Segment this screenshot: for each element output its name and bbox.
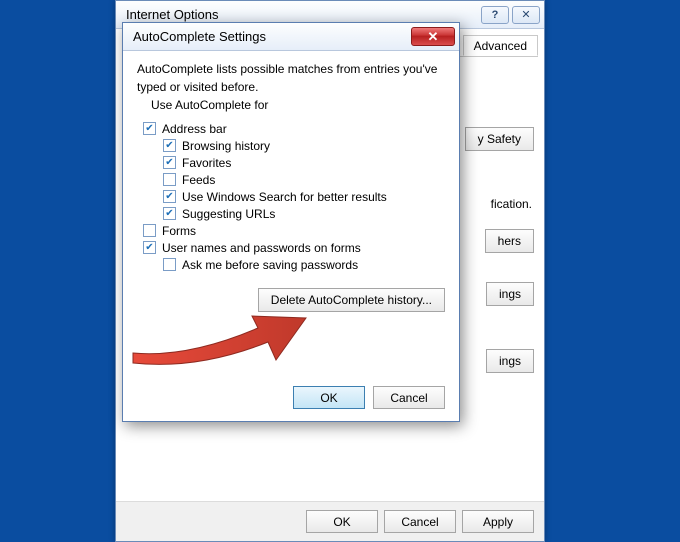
child-titlebar: AutoComplete Settings ✕ bbox=[123, 23, 459, 51]
publishers-button-partial[interactable]: hers bbox=[485, 229, 534, 253]
checkbox-label: Forms bbox=[162, 224, 196, 238]
settings-button-partial-2[interactable]: ings bbox=[486, 349, 534, 373]
checkbox-label: User names and passwords on forms bbox=[162, 241, 361, 255]
checkbox-icon bbox=[163, 190, 176, 203]
parent-cancel-button[interactable]: Cancel bbox=[384, 510, 456, 533]
parent-title: Internet Options bbox=[126, 7, 478, 22]
checkbox-label: Use Windows Search for better results bbox=[182, 190, 387, 204]
child-ok-button[interactable]: OK bbox=[293, 386, 365, 409]
checkbox-icon bbox=[163, 173, 176, 186]
tab-advanced[interactable]: Advanced bbox=[463, 35, 538, 56]
checkbox-icon bbox=[143, 122, 156, 135]
checkbox-icon bbox=[143, 224, 156, 237]
checkbox-forms[interactable]: Forms bbox=[143, 224, 445, 238]
checkbox-icon bbox=[163, 139, 176, 152]
checkbox-icon bbox=[163, 156, 176, 169]
checkbox-ask-before-saving[interactable]: Ask me before saving passwords bbox=[163, 258, 445, 272]
close-icon: ✕ bbox=[428, 29, 439, 45]
parent-apply-button[interactable]: Apply bbox=[462, 510, 534, 533]
description-line-1: AutoComplete lists possible matches from… bbox=[137, 61, 445, 77]
checkbox-label: Feeds bbox=[182, 173, 215, 187]
checkbox-label: Ask me before saving passwords bbox=[182, 258, 358, 272]
checkbox-feeds[interactable]: Feeds bbox=[163, 173, 445, 187]
checkbox-label: Address bar bbox=[162, 122, 227, 136]
checkbox-favorites[interactable]: Favorites bbox=[163, 156, 445, 170]
parent-close-button[interactable]: ✕ bbox=[512, 6, 540, 24]
checkbox-icon bbox=[163, 207, 176, 220]
checkbox-label: Favorites bbox=[182, 156, 231, 170]
checkbox-browsing-history[interactable]: Browsing history bbox=[163, 139, 445, 153]
help-button[interactable]: ? bbox=[481, 6, 509, 24]
checkbox-label: Suggesting URLs bbox=[182, 207, 275, 221]
checkbox-usernames-passwords[interactable]: User names and passwords on forms bbox=[143, 241, 445, 255]
parent-ok-button[interactable]: OK bbox=[306, 510, 378, 533]
autocomplete-settings-window: AutoComplete Settings ✕ AutoComplete lis… bbox=[122, 22, 460, 422]
parent-button-row: OK Cancel Apply bbox=[116, 501, 544, 541]
family-safety-button-partial[interactable]: y Safety bbox=[465, 127, 534, 151]
use-autocomplete-label: Use AutoComplete for bbox=[151, 97, 445, 113]
description-line-2: typed or visited before. bbox=[137, 79, 445, 95]
checkbox-icon bbox=[143, 241, 156, 254]
child-close-button[interactable]: ✕ bbox=[411, 27, 455, 46]
checkbox-windows-search[interactable]: Use Windows Search for better results bbox=[163, 190, 445, 204]
settings-button-partial-1[interactable]: ings bbox=[486, 282, 534, 306]
child-body: AutoComplete lists possible matches from… bbox=[123, 51, 459, 421]
child-cancel-button[interactable]: Cancel bbox=[373, 386, 445, 409]
child-action-row: OK Cancel bbox=[293, 386, 445, 409]
checkbox-label: Browsing history bbox=[182, 139, 270, 153]
checkbox-address-bar[interactable]: Address bar bbox=[143, 122, 445, 136]
checkbox-icon bbox=[163, 258, 176, 271]
delete-autocomplete-history-button[interactable]: Delete AutoComplete history... bbox=[258, 288, 445, 312]
certification-text-partial: fication. bbox=[491, 197, 532, 211]
child-title: AutoComplete Settings bbox=[133, 29, 411, 44]
checkbox-suggesting-urls[interactable]: Suggesting URLs bbox=[163, 207, 445, 221]
